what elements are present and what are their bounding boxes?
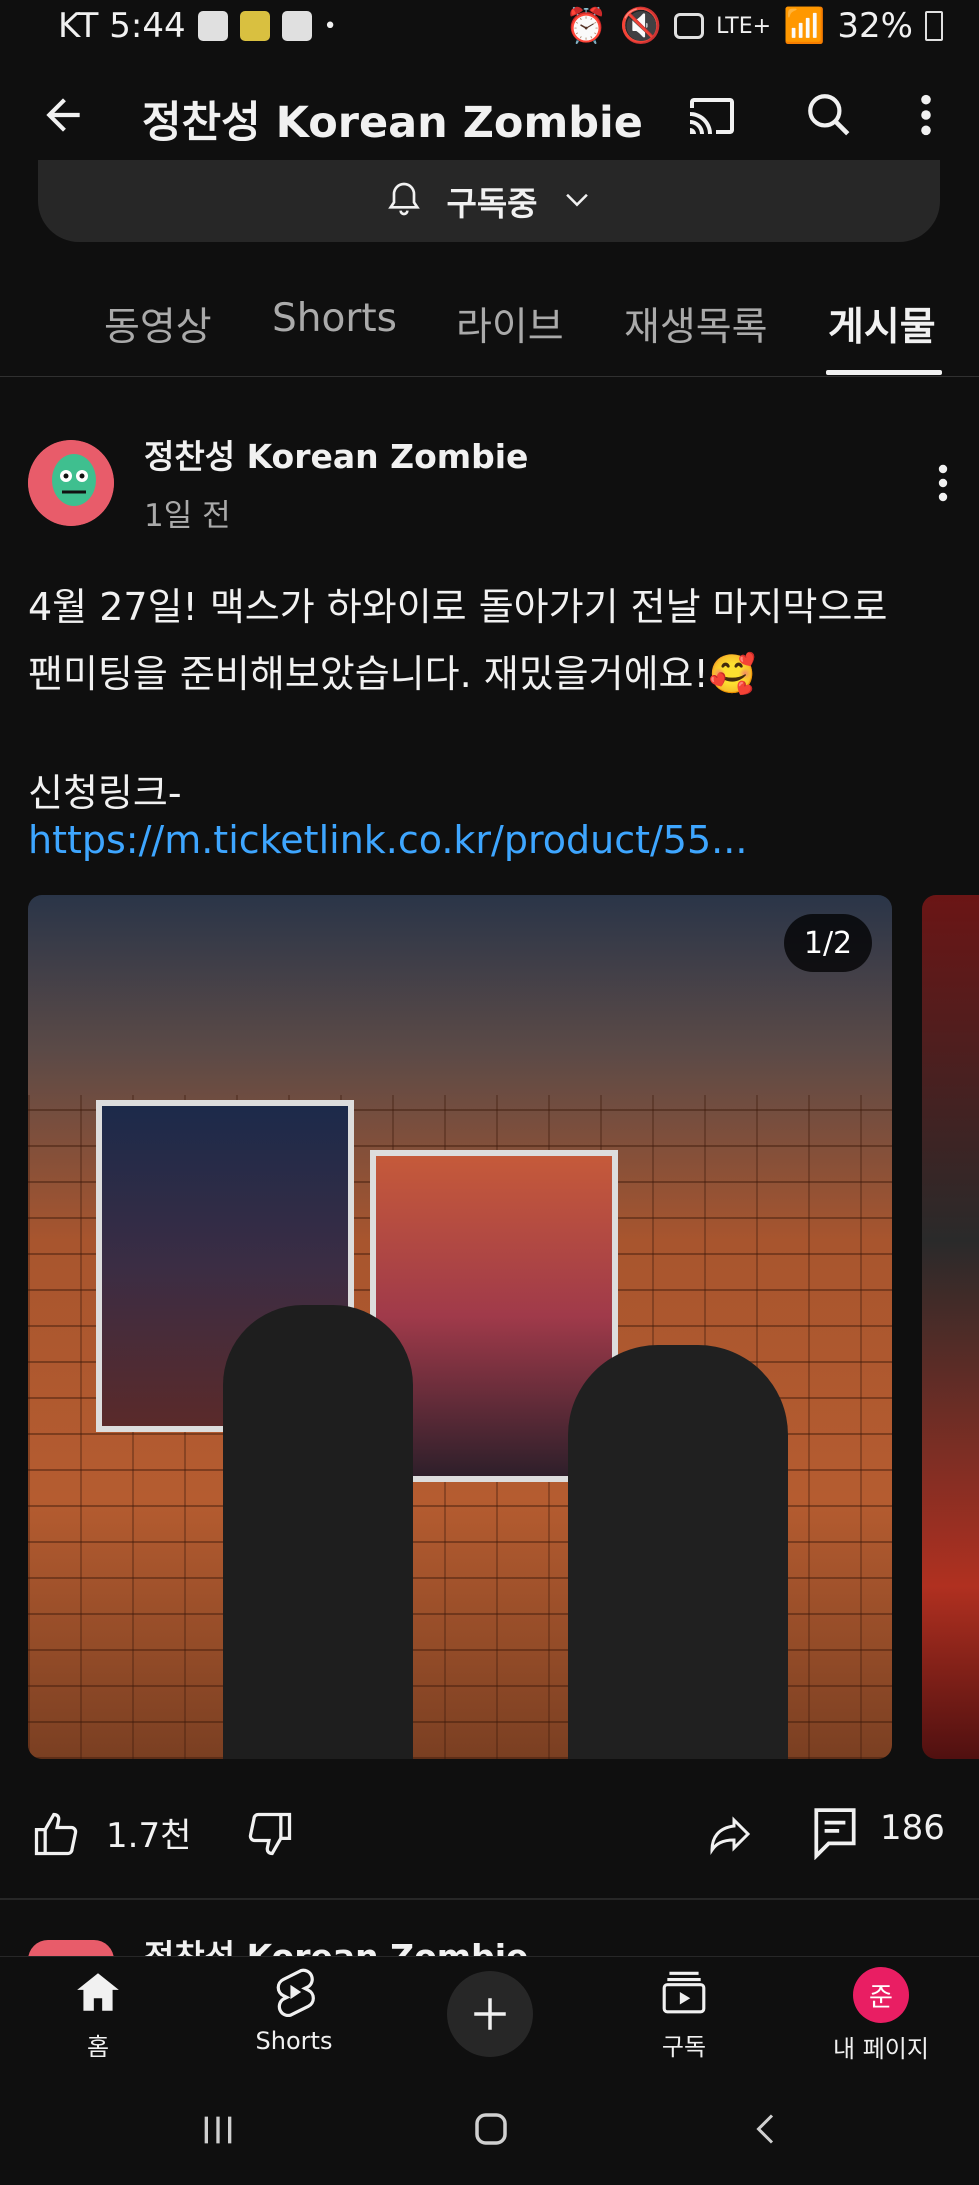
subscribe-label: 구독중 [446, 184, 538, 223]
nav-home-label: 홈 [86, 2033, 110, 2061]
tab-posts[interactable]: 게시물 [828, 296, 936, 352]
status-right: ⏰ 🔇 LTE+ 📶 32% [565, 6, 943, 46]
create-plus-icon[interactable] [447, 1971, 533, 2057]
battery-level: 32% [837, 6, 913, 46]
carrier-time: KT 5:44 [58, 6, 186, 46]
tab-playlists[interactable]: 재생목록 [624, 296, 768, 352]
mute-icon: 🔇 [619, 6, 663, 46]
profile-notification-icon [281, 11, 312, 41]
search-icon[interactable] [804, 90, 854, 144]
tab-videos[interactable]: 동영상 [104, 296, 212, 352]
like-count: 1.7천 [106, 1816, 192, 1856]
post-body: 4월 27일! 맥스가 하와이로 돌아가기 전날 마지막으로 팬미팅을 준비해보… [28, 574, 948, 708]
post-divider [0, 1898, 979, 1900]
signal-icon: 📶 [783, 6, 826, 46]
subscribe-button[interactable]: 구독중 [38, 160, 940, 242]
post-more-icon[interactable] [932, 462, 954, 508]
tab-shorts[interactable]: Shorts [272, 296, 397, 341]
comment-count: 186 [880, 1808, 945, 1848]
recent-apps-icon[interactable] [198, 2110, 238, 2154]
chevron-down-icon [560, 182, 594, 220]
hd-icon [674, 13, 705, 39]
more-notifications-dot-icon: • [323, 13, 337, 39]
next-post-author[interactable]: 정찬성 Korean Zombie [144, 1930, 528, 1956]
like-icon[interactable] [30, 1808, 82, 1864]
post-time: 1일 전 [144, 498, 231, 534]
person-left [223, 1305, 413, 1759]
nav-shorts[interactable]: Shorts [224, 1967, 364, 2055]
person-right [568, 1345, 788, 1759]
channel-tabs: 동영상 Shorts 라이브 재생목록 게시물 [0, 282, 979, 377]
nav-subscriptions-label: 구독 [661, 2033, 707, 2061]
battery-icon [925, 11, 943, 41]
post-link-label: 신청링크- [28, 771, 182, 815]
tab-live[interactable]: 라이브 [456, 296, 564, 352]
image-counter: 1/2 [784, 914, 872, 972]
next-image-preview[interactable] [922, 895, 979, 1759]
system-back-icon[interactable] [748, 2108, 784, 2154]
home-icon [72, 1973, 124, 2021]
cast-icon[interactable] [686, 92, 738, 144]
gallery-notification-icon [197, 11, 228, 41]
share-icon[interactable] [704, 1810, 756, 1862]
system-navigation-bar [0, 2086, 979, 2185]
channel-avatar[interactable] [28, 440, 114, 526]
nav-my-page[interactable]: 준 내 페이지 [811, 1967, 951, 2064]
nav-shorts-label: Shorts [255, 2027, 333, 2055]
comment-icon[interactable] [812, 1806, 858, 1864]
status-left: KT 5:44 • [58, 6, 337, 46]
post-text-line-2: 팬미팅을 준비해보았습니다. 재밌을거에요!🥰 [28, 652, 757, 696]
post-link[interactable]: https://m.ticketlink.co.kr/product/55... [28, 818, 747, 862]
nav-my-page-label: 내 페이지 [833, 2035, 929, 2063]
channel-title: 정찬성 Korean Zombie [142, 98, 643, 148]
alarm-icon: ⏰ [565, 6, 608, 46]
more-vert-icon[interactable] [912, 92, 940, 142]
nav-subscriptions[interactable]: 구독 [614, 1967, 754, 2062]
post-author[interactable]: 정찬성 Korean Zombie [144, 430, 528, 478]
dislike-icon[interactable] [244, 1808, 296, 1864]
avatar-icon: 준 [853, 1967, 909, 2023]
shorts-icon [272, 1968, 316, 2021]
back-arrow-icon[interactable] [38, 90, 88, 144]
home-button-icon[interactable] [470, 2108, 512, 2154]
bottom-navigation: 홈 Shorts 구독 준 내 페이지 [0, 1956, 979, 2087]
active-tab-indicator [826, 370, 942, 375]
app-notification-icon [239, 11, 270, 41]
status-bar: KT 5:44 • ⏰ 🔇 LTE+ 📶 32% [0, 0, 979, 58]
nav-home[interactable]: 홈 [28, 1967, 168, 2062]
bell-icon [384, 176, 424, 226]
subscriptions-icon [658, 1971, 710, 2021]
network-type: LTE+ [716, 13, 772, 39]
post-image[interactable] [28, 895, 892, 1759]
post-text-line-1: 4월 27일! 맥스가 하와이로 돌아가기 전날 마지막으로 [28, 585, 888, 629]
